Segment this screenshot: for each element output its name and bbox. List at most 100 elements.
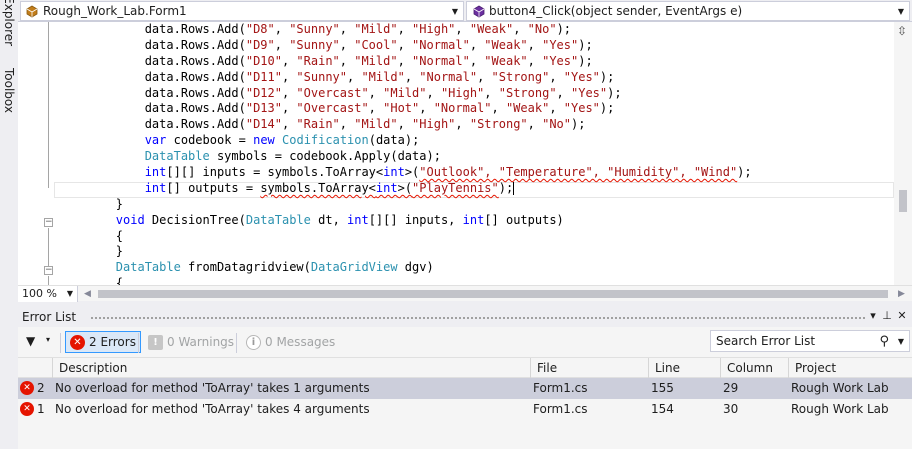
code-token: , xyxy=(484,85,499,100)
code-token: "Mild" xyxy=(354,22,398,36)
code-line[interactable]: data.Rows.Add("D13", "Overcast", "Hot", … xyxy=(58,101,894,117)
errors-filter-label: 2 Errors xyxy=(89,335,136,349)
code-token: >( xyxy=(404,165,420,180)
code-token: dgv) xyxy=(397,260,434,275)
code-token: "High" xyxy=(440,85,485,100)
code-token: ); xyxy=(498,180,514,195)
code-token: [][] inputs = symbols.ToArray< xyxy=(166,165,384,180)
header-icon-column[interactable] xyxy=(18,358,52,379)
code-line[interactable]: int[] outputs = symbols.ToArray<int>("Pl… xyxy=(58,181,894,197)
code-token: "Yes" xyxy=(542,37,579,52)
search-placeholder: Search Error List xyxy=(716,334,816,348)
warnings-filter-button[interactable]: ! 0 Warnings xyxy=(144,331,238,353)
header-description[interactable]: Description xyxy=(52,358,530,379)
chevron-down-icon: ▼ xyxy=(451,6,459,16)
code-text[interactable]: data.Rows.Add("D8", "Sunny", "Mild", "Hi… xyxy=(58,22,894,285)
header-line[interactable]: Line xyxy=(648,358,720,379)
horizontal-scrollbar[interactable]: 100 % ▼ ◀ ▶ xyxy=(18,285,912,302)
code-token: "D8" xyxy=(245,22,275,36)
pin-icon[interactable]: ⊥ xyxy=(880,309,894,322)
code-token: [] outputs = xyxy=(166,180,261,195)
code-token: (data); xyxy=(368,133,420,148)
code-token: , xyxy=(455,22,470,36)
code-token: , xyxy=(339,117,355,132)
code-token: "D14" xyxy=(245,117,282,132)
error-icon: ✕ xyxy=(20,381,34,395)
errors-filter-button[interactable]: ✕ 2 Errors xyxy=(65,331,141,353)
error-project: Rough Work Lab xyxy=(791,402,889,416)
code-line[interactable]: { xyxy=(58,229,894,245)
code-line[interactable]: data.Rows.Add("D10", "Rain", "Mild", "No… xyxy=(58,54,894,70)
code-token: , xyxy=(274,37,290,52)
warning-icon: ! xyxy=(148,334,163,350)
code-token: ); xyxy=(737,165,752,180)
code-line[interactable]: data.Rows.Add("D9", "Sunny", "Cool", "No… xyxy=(58,38,894,54)
code-token: "PlayTennis" xyxy=(412,180,499,195)
code-token: data.Rows.Add( xyxy=(58,101,246,116)
code-editor[interactable]: − − data.Rows.Add("D8", "Sunny", "Mild",… xyxy=(18,22,894,285)
code-line[interactable]: DataTable fromDatagridview(DataGridView … xyxy=(58,260,894,276)
search-error-list-box[interactable]: Search Error List ⚲ ▼ xyxy=(710,330,910,352)
separator xyxy=(138,333,139,353)
toolbox-tab[interactable]: Toolbox xyxy=(0,68,18,113)
scrollbar-thumb[interactable] xyxy=(899,190,907,212)
header-column[interactable]: Column xyxy=(720,358,788,379)
code-line[interactable]: { xyxy=(58,276,894,285)
vertical-scrollbar[interactable]: ⇳ xyxy=(894,22,912,285)
messages-filter-label: 0 Messages xyxy=(265,335,336,349)
code-line[interactable]: data.Rows.Add("D14", "Rain", "Mild", "Hi… xyxy=(58,117,894,133)
zoom-dropdown[interactable]: 100 % ▼ xyxy=(18,286,78,302)
header-project[interactable]: Project xyxy=(788,358,912,379)
search-icon[interactable]: ⚲ xyxy=(879,334,889,349)
code-token: , xyxy=(491,101,506,116)
code-line[interactable]: DataTable symbols = codebook.Apply(data)… xyxy=(58,149,894,165)
code-token: , xyxy=(549,69,564,84)
code-line[interactable]: data.Rows.Add("D12", "Overcast", "Mild",… xyxy=(58,86,894,102)
scrollbar-thumb[interactable] xyxy=(98,290,888,298)
code-line[interactable]: data.Rows.Add("D8", "Sunny", "Mild", "Hi… xyxy=(58,22,894,38)
messages-filter-button[interactable]: i 0 Messages xyxy=(242,331,339,353)
filter-icon[interactable]: ▼ xyxy=(26,334,35,348)
error-grid: Description File Line Column Project ✕ 2… xyxy=(18,357,912,420)
type-dropdown[interactable]: Rough_Work_Lab.Form1 ▼ xyxy=(20,1,464,21)
code-line[interactable]: } xyxy=(58,244,894,260)
header-file[interactable]: File xyxy=(530,358,648,379)
drag-handle[interactable] xyxy=(90,316,866,321)
solution-explorer-tab[interactable]: er Explorer xyxy=(0,0,18,46)
grid-header: Description File Line Column Project xyxy=(18,357,912,379)
code-token: "High" xyxy=(412,117,456,132)
chevron-down-icon[interactable]: ▼ xyxy=(898,337,904,346)
method-icon xyxy=(471,4,485,18)
code-token: { xyxy=(58,276,124,285)
scroll-left-icon[interactable]: ◀ xyxy=(84,286,91,302)
type-dropdown-label: Rough_Work_Lab.Form1 xyxy=(43,4,187,18)
close-icon[interactable]: ✕ xyxy=(895,309,909,322)
code-token: , xyxy=(347,69,362,84)
code-line[interactable]: int[][] inputs = symbols.ToArray<int>("O… xyxy=(58,165,894,181)
collapse-icon[interactable]: − xyxy=(44,218,53,227)
window-position-icon[interactable]: ▾ xyxy=(866,309,880,322)
code-line[interactable]: data.Rows.Add("D11", "Sunny", "Mild", "N… xyxy=(58,70,894,86)
member-dropdown[interactable]: button4_Click(object sender, EventArgs e… xyxy=(466,1,910,21)
code-line[interactable]: } xyxy=(58,197,894,213)
chevron-down-icon[interactable]: ▾ xyxy=(46,335,50,344)
split-editor-icon[interactable]: ⇳ xyxy=(897,24,907,38)
code-token: , xyxy=(281,117,297,132)
code-token: Codification xyxy=(282,133,369,148)
error-row[interactable]: ✕ 2 No overload for method 'ToArray' tak… xyxy=(18,378,912,399)
collapse-icon[interactable]: − xyxy=(44,266,53,275)
code-token: "Strong" xyxy=(498,85,557,100)
scroll-right-icon[interactable]: ▶ xyxy=(898,286,905,302)
code-token: "Rain" xyxy=(296,117,340,132)
error-line: 154 xyxy=(651,402,674,416)
code-line[interactable]: void DecisionTree(DataTable dt, int[][] … xyxy=(58,213,894,229)
error-row[interactable]: ✕ 1 No overload for method 'ToArray' tak… xyxy=(18,399,912,420)
chevron-down-icon: ▼ xyxy=(66,289,73,298)
code-token: "No" xyxy=(542,117,572,132)
code-token: , xyxy=(513,22,528,36)
error-icon: ✕ xyxy=(20,402,34,416)
error-description: No overload for method 'ToArray' takes 1… xyxy=(55,381,370,395)
code-token: "Mild" xyxy=(361,69,405,84)
code-line[interactable]: var codebook = new Codification(data); xyxy=(58,133,894,149)
error-column: 29 xyxy=(723,381,739,395)
